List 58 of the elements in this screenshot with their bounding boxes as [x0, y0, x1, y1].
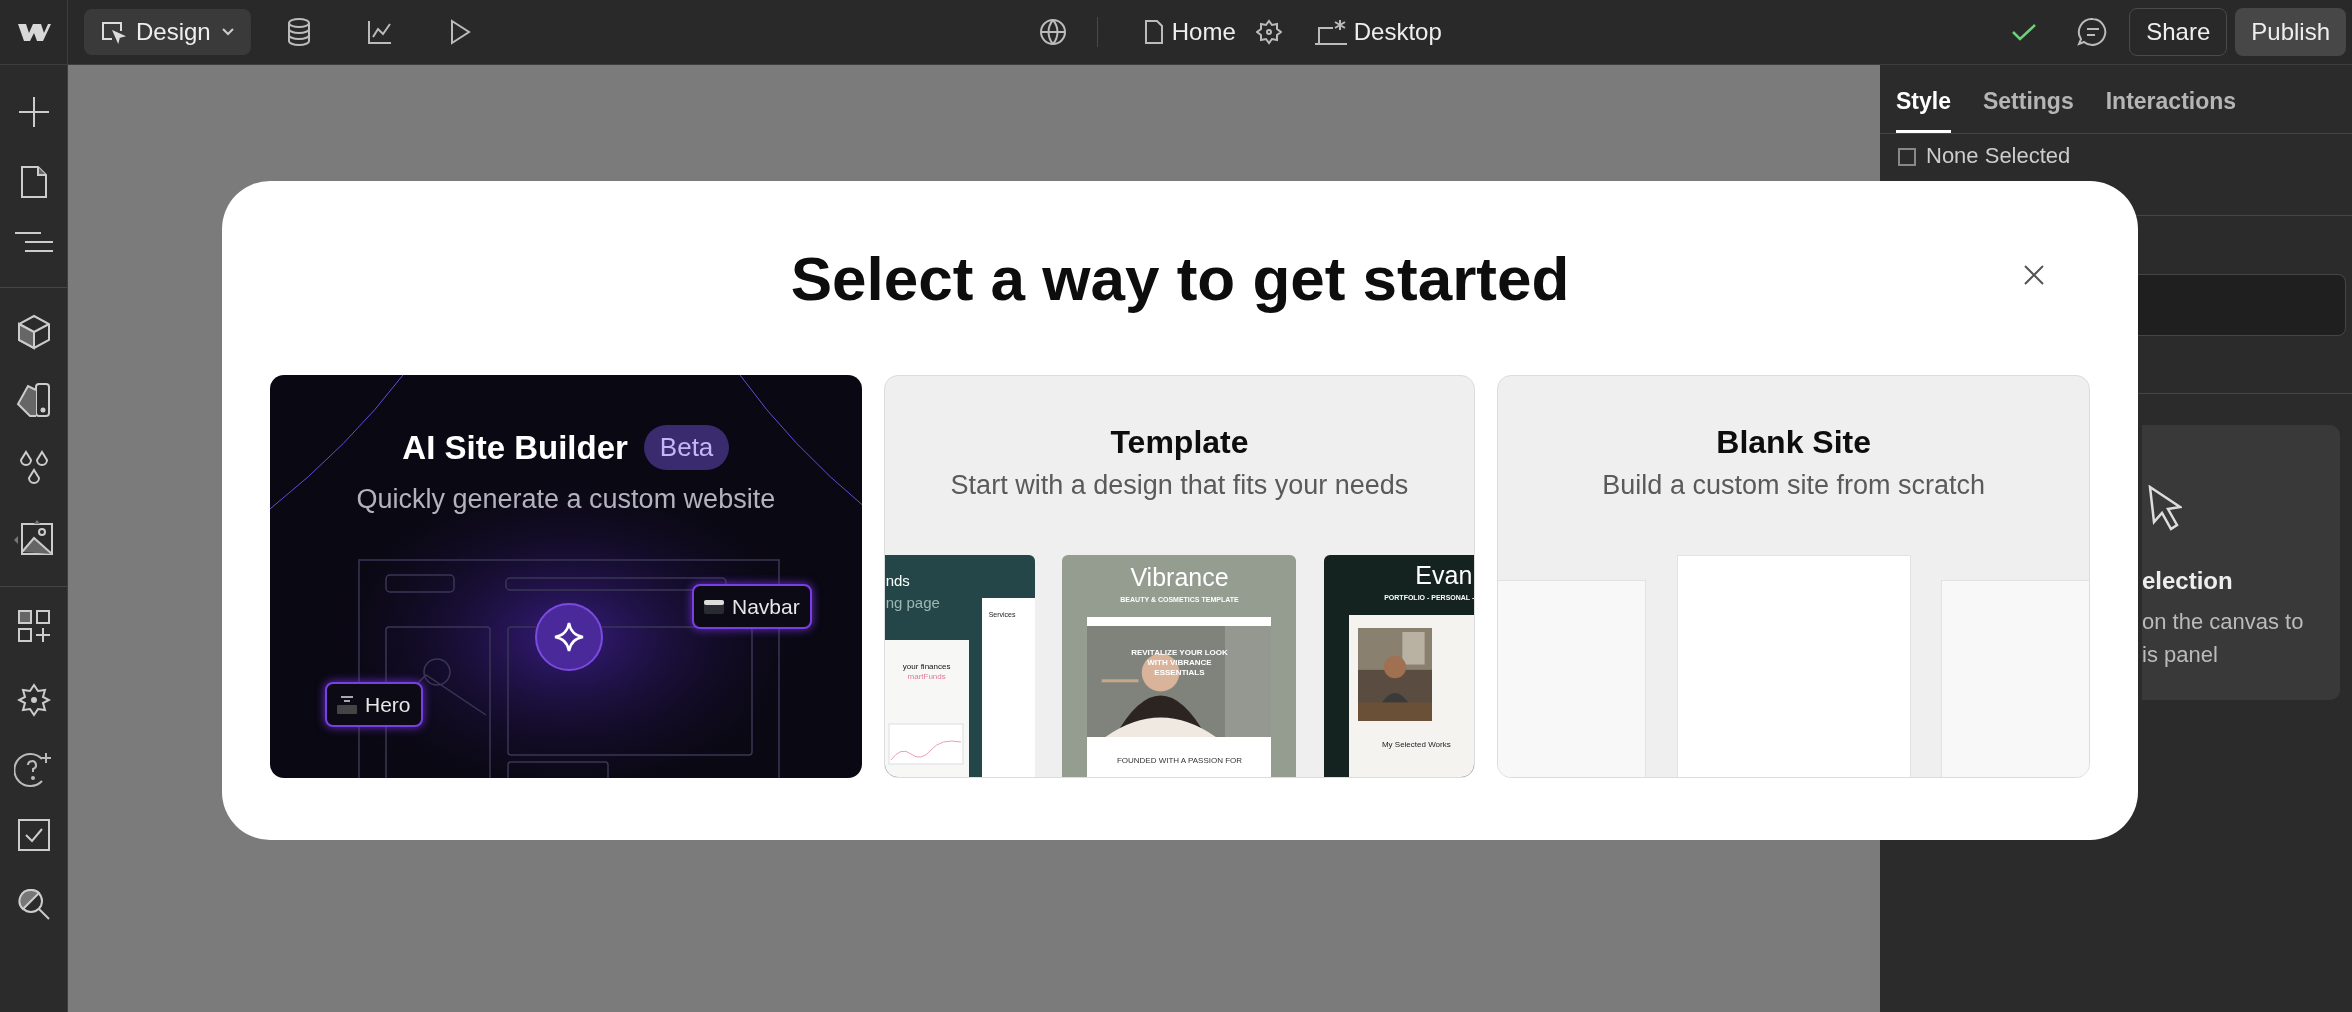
- card-title: Blank Site: [1716, 423, 1871, 462]
- page-icon[interactable]: [19, 165, 48, 199]
- card-title: AI Site Builder: [402, 428, 628, 468]
- image-icon[interactable]: [13, 518, 54, 556]
- help-sparkle-icon[interactable]: [13, 751, 54, 789]
- template-text: My Selected Works: [1380, 741, 1452, 749]
- page-icon: [1143, 19, 1164, 45]
- navbar-icon: [704, 597, 724, 616]
- navigator-icon[interactable]: [14, 231, 53, 253]
- checkbox-icon[interactable]: [17, 819, 50, 851]
- cursor-icon: [2148, 485, 2182, 533]
- template-text: your finances: [901, 662, 952, 672]
- card-subtitle: Start with a design that fits your needs: [950, 469, 1409, 502]
- card-subtitle: Build a custom site from scratch: [1602, 469, 1985, 502]
- play-icon[interactable]: [448, 19, 471, 45]
- card-subtitle: Quickly generate a custom website: [356, 482, 776, 516]
- share-button[interactable]: Share: [2129, 8, 2228, 56]
- cube-icon[interactable]: [16, 314, 51, 350]
- ai-builder-card[interactable]: AI Site Builder Beta Quickly generate a custom website Navbar Hero: [270, 375, 862, 778]
- panel-tab[interactable]: Settings: [1983, 83, 2074, 133]
- hero-icon: [337, 695, 357, 714]
- class-field[interactable]: [2138, 273, 2346, 336]
- template-heading: Vibrance: [1130, 565, 1229, 590]
- template-heading: Evan: [1415, 563, 1473, 588]
- selector-label: None Selected: [1926, 142, 2071, 170]
- design-mode-button[interactable]: Design: [84, 9, 251, 55]
- template-card[interactable]: [883, 375, 1476, 778]
- logo-icon[interactable]: [16, 21, 51, 43]
- desktop-icon: [1313, 18, 1348, 46]
- add-icon[interactable]: [16, 95, 51, 129]
- empty-state-title: election: [2142, 566, 2234, 596]
- panel-tab[interactable]: Interactions: [2105, 83, 2237, 133]
- blank-site-card[interactable]: Blank Site Build a custom site from scratch: [1497, 375, 2090, 778]
- gear-icon[interactable]: [16, 683, 51, 717]
- template-subheading: ng page: [885, 595, 940, 610]
- selector-checkbox[interactable]: [1898, 148, 1916, 166]
- page-selector[interactable]: Home: [1143, 14, 1236, 50]
- apps-add-icon[interactable]: [16, 609, 51, 643]
- breakpoint-selector[interactable]: Desktop: [1313, 14, 1442, 50]
- globe-icon[interactable]: [1038, 18, 1067, 46]
- dialog-title: Select a way to get started: [790, 242, 1570, 315]
- template-text: martFunds: [906, 672, 947, 682]
- chip-label: Hero: [365, 691, 411, 718]
- chevron-down-icon: [220, 27, 235, 37]
- card-title: Template: [1110, 423, 1249, 462]
- empty-state-text: on the canvas to is panel: [2142, 608, 2305, 669]
- template-heading: nds: [885, 573, 910, 588]
- panel-tab[interactable]: Style: [1896, 83, 1951, 133]
- search-icon[interactable]: [16, 887, 51, 921]
- settings-icon[interactable]: [1255, 19, 1282, 45]
- chip-label: Navbar: [732, 593, 800, 620]
- template-text: FOUNDED WITH A PASSION FOR: [1116, 757, 1243, 765]
- sparkle-icon: [553, 621, 585, 653]
- database-icon[interactable]: [286, 18, 311, 46]
- cursor-frame-icon: [100, 20, 126, 44]
- chart-icon[interactable]: [366, 19, 393, 45]
- publish-button[interactable]: Publish: [2235, 8, 2346, 56]
- swatch-icon[interactable]: [15, 382, 52, 418]
